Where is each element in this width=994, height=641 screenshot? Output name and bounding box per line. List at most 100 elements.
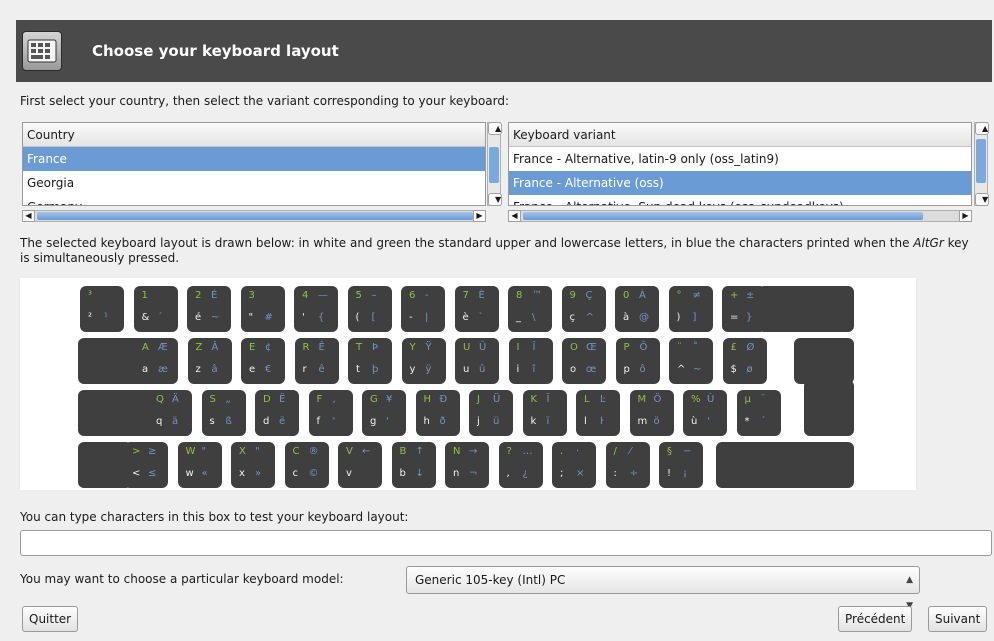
country-hscrollbar[interactable]: ◀ ▶ — [22, 210, 486, 222]
keyboard-key: DËdë — [255, 390, 299, 436]
country-row-georgia[interactable]: Georgia — [23, 171, 485, 195]
key-legend: ~ — [693, 364, 702, 375]
scroll-right-icon[interactable]: ▶ — [473, 210, 486, 222]
scroll-thumb[interactable] — [523, 212, 923, 220]
key-legend: Ö — [653, 394, 662, 405]
key-legend: ( — [355, 312, 360, 323]
key-legend: U — [463, 342, 471, 353]
key-legend: ~ — [211, 312, 220, 323]
variant-vscrollbar[interactable]: ▲ ▼ — [974, 122, 989, 206]
country-row-france[interactable]: France — [23, 147, 485, 171]
key-legend: " — [248, 312, 254, 323]
scroll-up-icon[interactable]: ▲ — [488, 122, 502, 135]
keyboard-key: HÐhð — [415, 390, 460, 436]
key-legend: Ÿ — [425, 342, 432, 353]
key-legend: § — [667, 446, 672, 457]
keyboard-key: F ‚ f ' — [308, 390, 353, 436]
enter-key — [804, 380, 854, 436]
keyboard-key: YŸyÿ — [401, 338, 446, 384]
key-legend: a — [142, 364, 149, 375]
key-legend: 3 — [248, 290, 255, 301]
key-legend: Ê — [318, 342, 325, 353]
key-legend: → — [469, 446, 478, 457]
key-legend: 9 — [569, 290, 576, 301]
key-legend: 4 — [302, 290, 309, 301]
keyboard-key: ZÂzâ — [187, 338, 232, 384]
keyboard-model-select[interactable]: Generic 105-key (Intl) PC ▲▼ — [406, 566, 920, 611]
key-legend: ; — [560, 468, 564, 479]
key-legend: { — [318, 312, 325, 323]
key-legend: É — [211, 290, 218, 301]
key-legend: e — [249, 364, 256, 375]
page-title: Choose your keyboard layout — [92, 42, 339, 60]
key-legend: Z — [195, 342, 203, 353]
variant-column-header[interactable]: Keyboard variant — [509, 123, 971, 147]
previous-button[interactable]: Précédent — [838, 606, 913, 632]
keyboard-key: E ¢ e € — [241, 338, 285, 384]
scroll-left-icon[interactable]: ◀ — [22, 210, 35, 222]
variant-row-selected[interactable]: France - Alternative (oss) — [509, 171, 971, 195]
key-legend: q — [156, 416, 163, 427]
key-legend: à — [623, 312, 630, 323]
key-legend: $ — [730, 364, 737, 375]
key-legend: F — [316, 394, 323, 405]
quit-button[interactable]: Quitter — [22, 606, 79, 632]
key-legend: ë — [279, 416, 286, 427]
key-legend: 8 — [516, 290, 523, 301]
keyboard-key: PÔpô — [615, 338, 660, 384]
keyboard-key: + ± =} — [722, 286, 766, 332]
scroll-left-icon[interactable]: ◀ — [508, 210, 521, 222]
key-legend: Œ — [586, 342, 597, 353]
key-legend: ŀ — [600, 416, 604, 427]
country-row-germany[interactable]: Germany — [23, 195, 485, 205]
variant-list[interactable]: Keyboard variant France - Alternative, l… — [508, 122, 972, 206]
keyboard-key: N → n ¬ — [445, 442, 489, 488]
scroll-thumb[interactable] — [976, 139, 986, 183]
key-legend: Ô — [639, 342, 648, 353]
key-legend: ↓ — [415, 468, 424, 479]
variant-hscrollbar[interactable]: ◀ ▶ — [508, 210, 972, 222]
key-legend: − — [683, 446, 692, 457]
scroll-thumb[interactable] — [37, 212, 473, 220]
key-legend: ← — [362, 446, 371, 457]
key-legend: ä — [172, 416, 179, 427]
key-legend: ß — [225, 416, 232, 427]
scroll-right-icon[interactable]: ▶ — [959, 210, 972, 222]
key-legend: £ — [730, 342, 737, 353]
country-list[interactable]: Country France Georgia Germany — [22, 122, 486, 206]
key-legend: * — [744, 416, 750, 427]
key-legend: ] — [692, 312, 697, 323]
key-legend: " — [255, 446, 260, 457]
country-column-header[interactable]: Country — [23, 123, 485, 147]
key-legend: ≥ — [148, 446, 157, 457]
key-legend: t — [356, 364, 360, 375]
key-legend: R — [302, 342, 310, 353]
next-button[interactable]: Suivant — [928, 606, 988, 632]
scroll-up-icon[interactable]: ▲ — [975, 122, 989, 135]
keyboard-key: KÏkï — [522, 390, 567, 436]
scroll-thumb[interactable] — [489, 147, 499, 183]
key-legend: = — [730, 312, 739, 323]
scroll-down-icon[interactable]: ▼ — [488, 193, 502, 206]
keyboard-key: 0 Àà @ — [615, 286, 659, 332]
keyboard-key: § −! ¡ — [659, 442, 703, 488]
keyboard-key: 3 " # — [240, 286, 285, 332]
scroll-down-icon[interactable]: ▼ — [975, 193, 989, 206]
keyboard-key: 2 Éé ~ — [187, 286, 231, 332]
country-vscrollbar[interactable]: ▲ ▼ — [487, 122, 502, 206]
test-input[interactable] — [20, 530, 992, 556]
key-legend: G — [370, 394, 378, 405]
key-legend: n — [453, 468, 460, 479]
keyboard-key: ¨ ˚ ^ ~ — [669, 338, 713, 384]
variant-row[interactable]: France - Alternative, latin-9 only (oss_… — [509, 147, 971, 171]
instructions-text: First select your country, then select t… — [20, 94, 510, 108]
key-legend: Ù — [707, 394, 715, 405]
key-legend: p — [623, 364, 630, 375]
key-legend: ' — [302, 312, 305, 323]
key-legend: s — [209, 416, 215, 427]
variant-row[interactable]: France - Alternative, Sun dead keys (oss… — [509, 195, 971, 205]
key-legend: y — [409, 364, 416, 375]
key-legend: È — [478, 290, 485, 301]
key-legend: ð — [439, 416, 446, 427]
key-legend: ¿ — [522, 468, 528, 479]
